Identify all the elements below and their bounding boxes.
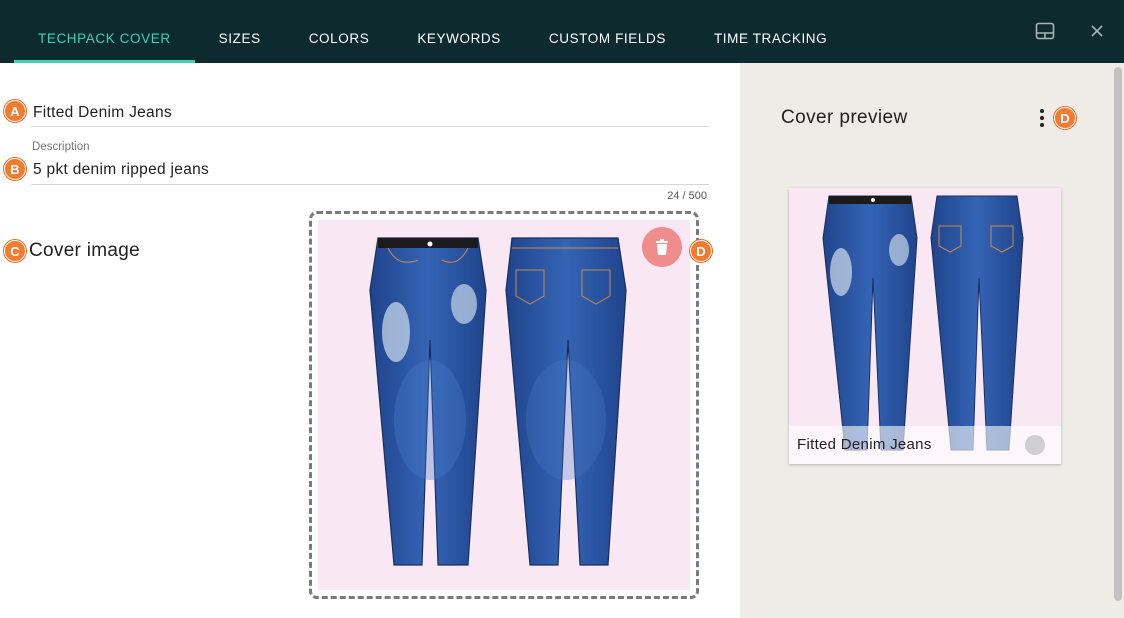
tab-colors[interactable]: COLORS <box>285 0 394 63</box>
delete-image-button[interactable] <box>642 227 682 267</box>
scrollbar[interactable] <box>1112 63 1124 618</box>
annotation-badge-b: B <box>4 158 26 180</box>
tab-bar: TECHPACK COVER SIZES COLORS KEYWORDS CUS… <box>14 0 851 63</box>
cover-image-dropzone[interactable] <box>309 211 699 599</box>
more-vertical-icon[interactable] <box>1036 107 1048 129</box>
cover-image <box>318 220 690 590</box>
annotation-badge-c: C <box>4 240 26 262</box>
dialog-header: TECHPACK COVER SIZES COLORS KEYWORDS CUS… <box>0 0 1124 63</box>
jeans-image <box>369 237 627 566</box>
tab-time-tracking[interactable]: TIME TRACKING <box>690 0 851 63</box>
description-field-underline <box>31 184 709 185</box>
trash-icon <box>656 239 668 255</box>
character-counter: 24 / 500 <box>667 190 707 202</box>
layout-icon <box>1035 22 1055 40</box>
name-field-underline <box>31 126 709 127</box>
description-field[interactable]: 5 pkt denim ripped jeans <box>33 161 209 179</box>
cover-preview-title: Cover preview <box>781 107 908 128</box>
tab-custom-fields[interactable]: CUSTOM FIELDS <box>525 0 690 63</box>
cover-preview-card: Fitted Denim Jeans <box>789 188 1061 464</box>
preview-jeans-image <box>822 195 1024 451</box>
annotation-badge-d: D <box>690 240 712 262</box>
preview-card-name: Fitted Denim Jeans <box>797 436 932 453</box>
close-button[interactable] <box>1086 20 1108 42</box>
description-label: Description <box>32 141 90 153</box>
close-icon <box>1091 25 1103 37</box>
layout-toggle-button[interactable] <box>1034 20 1056 42</box>
tab-sizes[interactable]: SIZES <box>195 0 285 63</box>
scrollbar-thumb[interactable] <box>1114 67 1122 601</box>
name-field[interactable]: Fitted Denim Jeans <box>33 104 172 122</box>
annotation-badge-a: A <box>4 100 26 122</box>
cover-preview-pane: Cover preview D Fitted Denim Jeans <box>740 63 1124 618</box>
tab-keywords[interactable]: KEYWORDS <box>393 0 525 63</box>
status-dot <box>1025 435 1045 455</box>
preview-card-caption: Fitted Denim Jeans <box>789 426 1061 464</box>
tab-techpack-cover[interactable]: TECHPACK COVER <box>14 0 195 63</box>
annotation-badge-d-menu: D <box>1054 107 1076 129</box>
cover-form-pane: A Fitted Denim Jeans Description B 5 pkt… <box>0 63 740 618</box>
cover-image-title: Cover image <box>29 240 141 261</box>
